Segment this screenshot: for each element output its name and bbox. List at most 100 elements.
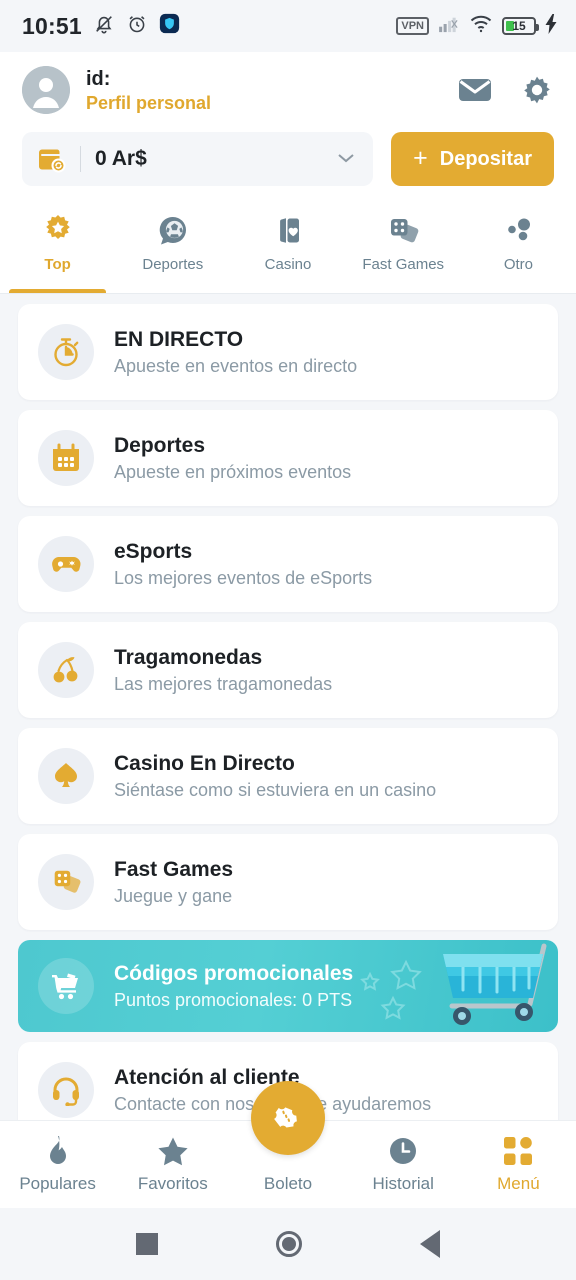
list-item-text: eSports Los mejores eventos de eSports [114,539,372,589]
tab-label: Otro [503,256,533,273]
user-id-label: id: [86,67,111,90]
tab-casino[interactable]: Casino [230,202,345,293]
list-item-esports[interactable]: eSports Los mejores eventos de eSports [18,516,558,612]
header-actions [458,73,554,107]
deposit-button[interactable]: + Depositar [391,132,554,186]
envelope-icon[interactable] [458,73,492,107]
list-item-subtitle: Los mejores eventos de eSports [114,568,373,589]
dots-icon [501,212,535,250]
gamepad-icon [38,536,94,592]
list-item-casino-en-directo[interactable]: Casino En Directo Siéntase como si estuv… [18,728,558,824]
list-item-text: Deportes Apueste en próximos eventos [114,433,351,483]
promo-subtitle: Puntos promocionales: 0 PTS [114,990,353,1011]
nav-label: Menú [497,1174,540,1193]
app-header: id: Perfil personal 0 Ar$ + Depositar [0,52,576,202]
nav-label: Boleto [263,1174,313,1193]
headset-icon [38,1062,94,1118]
balance-amount: 0 Ar$ [95,147,147,170]
nav-item-menu[interactable]: Menú [461,1135,576,1194]
list-item-fast-games[interactable]: Fast Games Juegue y gane [18,834,558,930]
status-time: 10:51 [22,12,82,39]
list-item-title: Casino En Directo [114,751,295,775]
tab-label: Fast Games [362,256,445,273]
battery-icon: 15 [502,17,539,35]
shopping-cart-icon [38,958,94,1014]
nav-item-populares[interactable]: Populares [0,1135,115,1194]
list-item-text: Casino En Directo Siéntase como si estuv… [114,751,436,801]
tab-label: Casino [264,256,312,273]
list-item-title: Fast Games [114,857,234,881]
cards-heart-icon [271,212,305,250]
bell-muted-icon [93,13,115,40]
avatar[interactable] [22,66,70,114]
back-triangle-icon[interactable] [420,1230,440,1258]
list-item-tragamonedas[interactable]: Tragamonedas Las mejores tragamonedas [18,622,558,718]
deposit-plus-icon: + [413,143,428,172]
status-bar: 10:51 VPN 15 [0,0,576,52]
nav-item-historial[interactable]: Historial [346,1135,461,1194]
tab-label: Deportes [142,256,204,273]
charging-bolt-icon [545,13,558,39]
android-system-nav [0,1208,576,1280]
category-list: EN DIRECTO Apueste en eventos en directo… [0,294,576,1138]
nav-label: Historial [372,1174,434,1193]
signal-icon [438,15,460,38]
list-item-title: Tragamonedas [114,645,263,669]
nav-label: Favoritos [137,1174,208,1193]
balance-selector[interactable]: 0 Ar$ [22,132,374,186]
tab-top[interactable]: Top [0,202,115,293]
promo-codes-banner[interactable]: Códigos promocionales Puntos promocional… [18,940,558,1032]
list-item-title: EN DIRECTO [114,327,244,351]
list-item-subtitle: Juegue y gane [114,886,233,907]
star-icon [157,1135,189,1167]
tab-fast-games[interactable]: Fast Games [346,202,461,293]
promo-title: Códigos promocionales [114,961,354,985]
vpn-badge: VPN [396,16,429,36]
tab-otro[interactable]: Otro [461,202,576,293]
spade-icon [38,748,94,804]
gear-icon[interactable] [520,73,554,107]
recents-square-icon[interactable] [136,1233,158,1255]
header-balance-row: 0 Ar$ + Depositar [22,132,554,186]
calendar-icon [38,430,94,486]
stopwatch-icon [38,324,94,380]
tab-deportes[interactable]: Deportes [115,202,230,293]
promo-text: Códigos promocionales Puntos promocional… [114,961,353,1011]
header-top-row: id: Perfil personal [22,66,554,114]
status-bar-right: VPN 15 [396,13,558,39]
battery-percent: 15 [512,19,526,33]
alarm-clock-icon [126,13,148,40]
personal-profile-link[interactable]: Perfil personal [86,93,458,114]
shopping-cart-illustration [360,943,547,1025]
grid-icon [504,1135,533,1167]
list-item-subtitle: Apueste en próximos eventos [114,462,352,483]
list-item-text: EN DIRECTO Apueste en eventos en directo [114,327,357,377]
balance-divider [80,146,81,172]
wallet-icon [36,144,66,174]
nav-label: Populares [19,1174,96,1193]
list-item-deportes[interactable]: Deportes Apueste en próximos eventos [18,410,558,506]
list-item-title: eSports [114,539,193,563]
list-item-text: Tragamonedas Las mejores tragamonedas [114,645,332,695]
dice-icon [386,212,420,250]
wifi-icon [469,14,493,38]
status-bar-left: 10:51 [22,13,180,40]
nav-item-favoritos[interactable]: Favoritos [115,1135,230,1194]
list-item-subtitle: Apueste en eventos en directo [114,356,358,377]
dice-icon [38,854,94,910]
shield-icon [159,13,180,39]
soccer-bubble-icon [156,212,190,250]
deposit-button-label: Depositar [439,147,532,170]
category-tabs: Top Deportes Casino Fast Games Otro [0,202,576,294]
list-item-text: Fast Games Juegue y gane [114,857,233,907]
star-badge-icon [40,212,76,250]
list-item-subtitle: Siéntase como si estuviera en un casino [114,780,437,801]
boleto-fab-button[interactable] [251,1081,325,1155]
profile-info[interactable]: id: Perfil personal [86,67,458,114]
tab-label: Top [44,256,71,273]
cherries-icon [38,642,94,698]
chevron-down-icon[interactable] [337,151,359,168]
flame-icon [45,1135,71,1167]
list-item-en-directo[interactable]: EN DIRECTO Apueste en eventos en directo [18,304,558,400]
home-circle-icon[interactable] [276,1231,302,1257]
